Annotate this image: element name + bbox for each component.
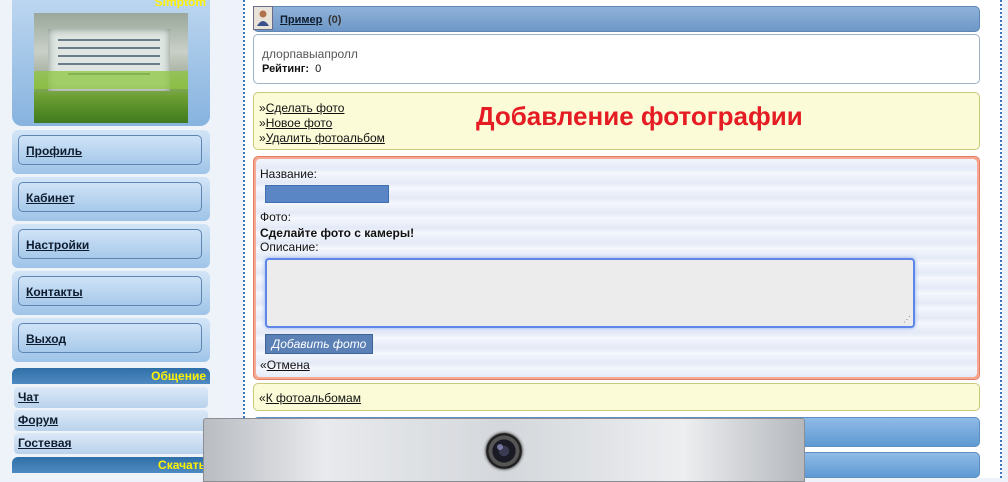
bullet: » [259, 101, 266, 115]
forum-link[interactable]: Форум [18, 413, 58, 427]
social-link-row: Чат [14, 387, 208, 408]
user-status-panel: длорпавыапролл Рейтинг: 0 [253, 34, 980, 84]
section-download-title: Скачать [158, 458, 206, 472]
main-content: Пример (0) длорпавыапролл Рейтинг: 0 »Сд… [243, 0, 1002, 478]
page-title: Добавление фотографии [476, 101, 803, 131]
sidebar: Simptom Профиль Кабинет Настройки Контак… [0, 0, 222, 478]
guestbook-link[interactable]: Гостевая [18, 436, 72, 450]
site-brand: Simptom [154, 0, 206, 9]
back-prefix: « [259, 391, 266, 405]
back-to-albums-link[interactable]: К фотоальбомам [266, 391, 361, 405]
social-link-row: Гостевая [14, 433, 208, 454]
add-photo-button[interactable]: Добавить фото [265, 334, 373, 354]
camera-widget[interactable] [203, 418, 805, 482]
photo-label: Фото: [260, 210, 291, 224]
site-thumbnail-image [34, 13, 188, 123]
resize-grip-icon[interactable]: ⋰ [903, 315, 911, 324]
back-row: «К фотоальбомам [259, 391, 361, 405]
add-photo-form: Название: Фото: Сделайте фото с камеры! … [253, 156, 980, 380]
new-photo-link[interactable]: Новое фото [266, 116, 333, 130]
chat-link[interactable]: Чат [18, 390, 39, 404]
cancel-link[interactable]: Отмена [267, 358, 310, 372]
section-social-title: Общение [151, 369, 206, 383]
menu-contacts-button[interactable]: Контакты [18, 276, 202, 306]
name-label: Название: [260, 167, 317, 181]
menu-card-logout: Выход [12, 318, 210, 362]
menu-card-settings: Настройки [12, 224, 210, 268]
menu-card-cabinet: Кабинет [12, 177, 210, 221]
username-link[interactable]: Пример [280, 14, 322, 26]
social-link-row: Форум [14, 410, 208, 431]
take-photo-link[interactable]: Сделать фото [266, 101, 345, 115]
action-item: »Новое фото [259, 116, 332, 130]
menu-cabinet-button[interactable]: Кабинет [18, 182, 202, 212]
rating-label: Рейтинг: [262, 63, 309, 75]
form-body: Название: Фото: Сделайте фото с камеры! … [256, 159, 977, 377]
avatar-icon[interactable] [253, 6, 273, 30]
user-bar: Пример (0) [253, 6, 980, 32]
bullet: » [259, 116, 266, 130]
menu-settings-button[interactable]: Настройки [18, 229, 202, 259]
bullet: » [259, 131, 266, 145]
rating: Рейтинг: 0 [262, 63, 321, 75]
delete-album-link[interactable]: Удалить фотоальбом [266, 131, 385, 145]
sidebar-header: Simptom [12, 0, 210, 126]
menu-logout-button[interactable]: Выход [18, 323, 202, 353]
menu-card-profile: Профиль [12, 130, 210, 174]
cancel-prefix: « [260, 358, 267, 372]
action-item: »Удалить фотоальбом [259, 131, 385, 145]
cancel-row: «Отмена [260, 358, 310, 372]
description-textarea[interactable]: ⋰ [265, 258, 915, 328]
camera-notice: Сделайте фото с камеры! [260, 226, 415, 240]
camera-lens-icon [486, 433, 522, 469]
menu-profile-button[interactable]: Профиль [18, 135, 202, 165]
back-panel: «К фотоальбомам [253, 383, 980, 411]
section-social-header: Общение [12, 368, 210, 384]
menu-card-contacts: Контакты [12, 271, 210, 315]
description-label: Описание: [260, 240, 319, 254]
album-actions-panel: »Сделать фото »Новое фото »Удалить фотоа… [253, 92, 980, 150]
rating-value: 0 [315, 63, 322, 75]
section-download-header: Скачать [12, 457, 210, 473]
action-item: »Сделать фото [259, 101, 344, 115]
user-count: (0) [328, 14, 342, 26]
status-text: длорпавыапролл [262, 47, 358, 61]
name-input[interactable] [265, 185, 389, 203]
